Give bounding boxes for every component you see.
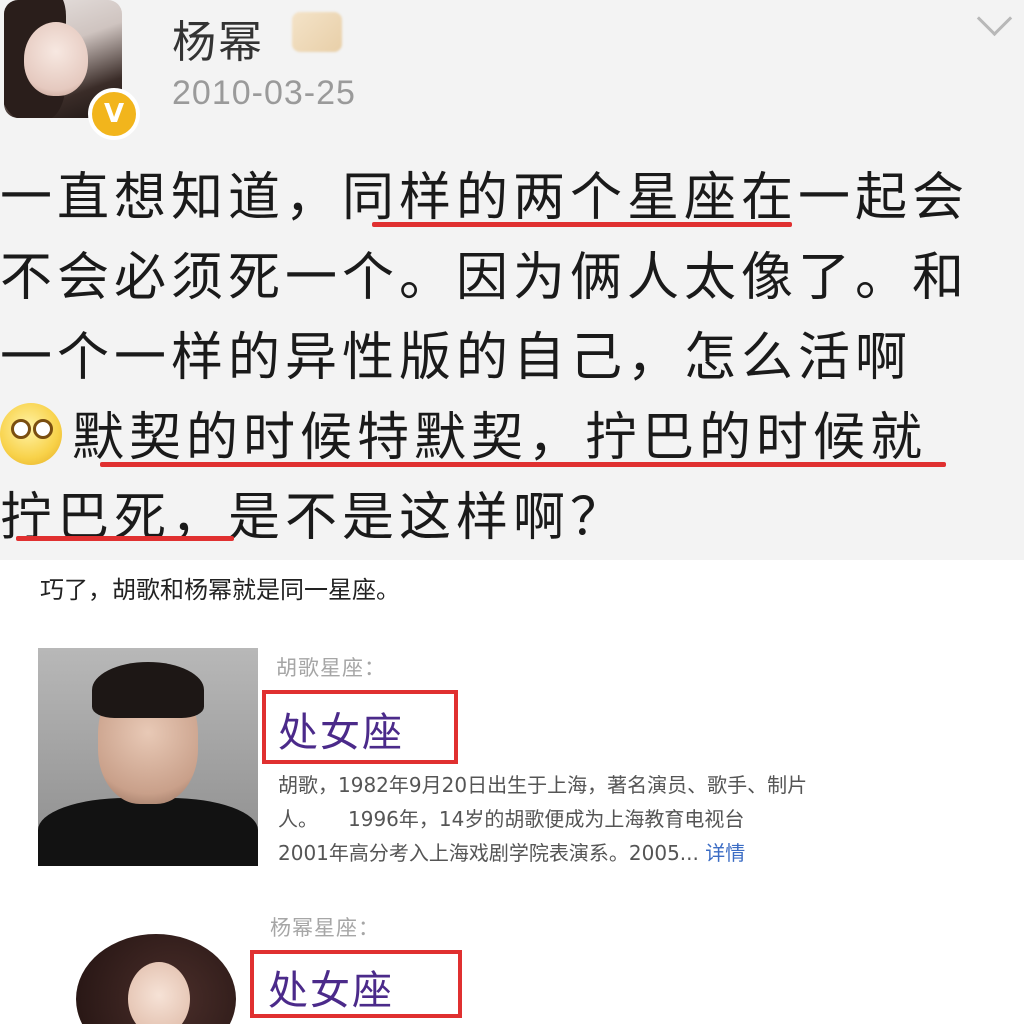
caption: 巧了，胡歌和杨幂就是同一星座。	[40, 576, 400, 604]
yang-mi-photo	[36, 912, 236, 1024]
hu-ge-sign[interactable]: 处女座	[278, 700, 404, 758]
post-line: 默契的时候特默契，拧巴的时候就	[72, 408, 928, 468]
yang-mi-sign-label: 杨幂星座：	[270, 916, 380, 940]
bio-line: 人。 1996年，14岁的胡歌便成为上海教育电视台	[278, 807, 745, 831]
bio-line: 2001年高分考入上海戏剧学院表演系。2005...	[278, 841, 706, 865]
post-body: 一直想知道，同样的两个星座在一起会 不会必须死一个。因为俩人太像了。和 一个一样…	[0, 158, 1020, 558]
weibo-post: V 杨幂 2010-03-25 一直想知道，同样的两个星座在一起会 不会必须死一…	[0, 0, 1024, 560]
member-crown-icon	[292, 12, 342, 52]
post-line: 不会必须死一个。因为俩人太像了。和	[0, 248, 970, 308]
highlight-underline	[16, 536, 234, 541]
bio-line: 胡歌，1982年9月20日出生于上海，著名演员、歌手、制片	[278, 773, 808, 797]
details-link[interactable]: 详情	[705, 841, 745, 865]
post-line: 一个一样的异性版的自己，怎么活啊	[0, 328, 913, 388]
verified-badge-icon: V	[88, 88, 140, 140]
username[interactable]: 杨幂	[172, 6, 264, 70]
chevron-down-icon[interactable]	[976, 0, 1013, 37]
highlight-underline	[100, 462, 946, 467]
hu-ge-photo	[38, 648, 258, 866]
avatar-face	[24, 22, 88, 96]
emoji-icon	[0, 403, 62, 465]
post-date: 2010-03-25	[172, 74, 356, 112]
yang-mi-sign[interactable]: 处女座	[268, 958, 394, 1016]
hu-ge-sign-label: 胡歌星座：	[276, 656, 386, 680]
highlight-underline	[372, 222, 792, 227]
hu-ge-bio: 胡歌，1982年9月20日出生于上海，著名演员、歌手、制片 人。 1996年，1…	[278, 768, 918, 870]
post-line: 拧巴死，是不是这样啊？	[0, 488, 628, 548]
photo-suit	[38, 798, 258, 866]
bio-line-with-link: 2001年高分考入上海戏剧学院表演系。2005... 详情	[278, 836, 918, 870]
photo-hair	[92, 662, 204, 718]
